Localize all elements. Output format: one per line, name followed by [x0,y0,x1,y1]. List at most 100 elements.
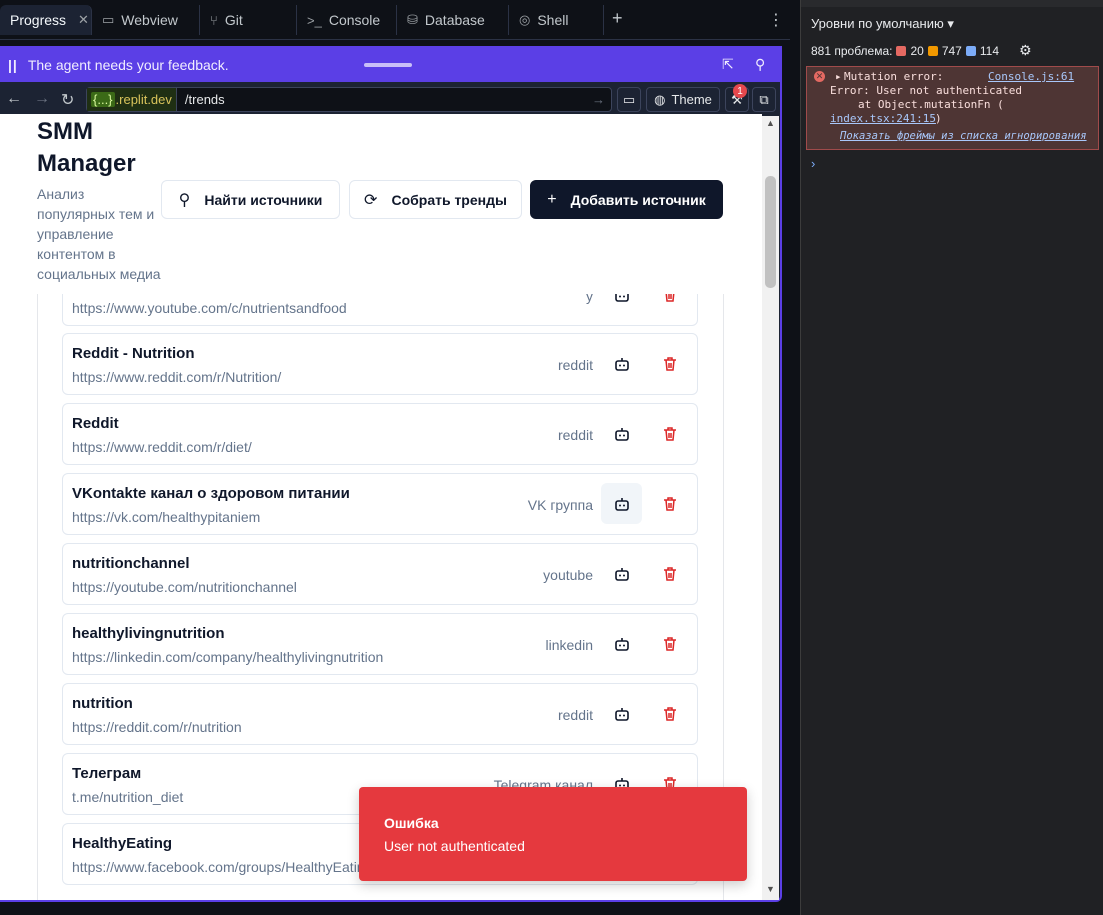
tab-webview[interactable]: ▭ Webview [92,5,200,35]
trash-icon [664,496,676,511]
source-url: t.me/nutrition_diet [72,789,184,805]
error-source-link[interactable]: Console.js:61 [988,70,1074,83]
tab-git[interactable]: ⑂ Git [200,5,297,35]
app-viewport: https://www.youtube.com/c/nutrientsandfo… [0,114,762,900]
source-card[interactable]: VKontakte канал о здоровом питании https:… [62,473,698,535]
source-card[interactable]: healthylivingnutrition https://linkedin.c… [62,613,698,675]
plus-icon: + [547,190,557,208]
log-levels-dropdown[interactable]: Уровни по умолчанию ▾ [811,16,954,32]
device-button[interactable]: ▭ [617,87,641,112]
source-card[interactable]: Reddit - Nutrition https://www.reddit.com… [62,333,698,395]
tab-progress[interactable]: Progress ✕ [0,5,92,35]
source-url: https://reddit.com/r/nutrition [72,719,242,735]
host-prefix: {...} [91,92,115,107]
source-name: Телеграм [72,765,142,782]
back-icon[interactable]: ← [6,90,22,108]
close-icon[interactable]: ✕ [78,12,89,28]
find-sources-button[interactable]: ⚲ Найти источники [161,180,340,219]
pin-icon[interactable]: ⚲ [755,56,765,73]
tab-database[interactable]: ⛁ Database [397,5,509,35]
bot-icon [614,497,629,511]
add-tab-icon[interactable]: + [612,8,623,29]
error-toast[interactable]: Ошибка User not authenticated [359,787,747,881]
delete-button[interactable] [651,623,689,664]
refresh-icon: ⟳ [364,191,378,209]
bot-button[interactable] [601,413,642,454]
forward-icon[interactable]: → [34,90,50,108]
expand-icon[interactable]: ⇱ [722,56,734,73]
trash-icon [664,426,676,441]
bot-icon [614,707,629,721]
scrollbar-thumb[interactable] [765,176,776,288]
bot-icon [614,357,629,371]
app-title-line2: Manager [37,150,136,177]
external-link-icon: ⧉ [759,91,769,107]
bot-button[interactable] [601,693,642,734]
show-ignored-frames-link[interactable]: Показать фреймы из списка игнорирования [840,130,1087,142]
scroll-up-icon[interactable]: ▲ [766,118,775,128]
source-url: https://www.facebook.com/groups/HealthyE… [72,859,373,875]
collect-trends-button[interactable]: ⟳ Собрать тренды [349,180,522,219]
drag-handle[interactable] [364,63,412,67]
bot-icon [614,567,629,581]
console-prompt[interactable]: › [811,156,815,171]
workspace-tab-bar: Progress ✕ ▭ Webview ⑂ Git >_ Console ⛁ … [0,0,790,40]
bot-button[interactable] [601,623,642,664]
bot-icon [614,637,629,651]
scrollbar[interactable]: ▲ ▼ [762,116,779,900]
tab-console[interactable]: >_ Console [297,5,397,35]
delete-button[interactable] [651,343,689,384]
more-vertical-icon[interactable]: ⋮ [768,10,784,30]
delete-button[interactable] [651,693,689,734]
bot-button[interactable] [601,483,642,524]
toast-message: User not authenticated [384,838,525,854]
trash-icon [664,566,676,581]
tab-label: Webview [121,12,178,28]
delete-button[interactable] [651,553,689,594]
error-message: Mutation error: [844,70,944,83]
reload-icon[interactable]: ↻ [61,90,74,110]
agent-feedback-banner[interactable]: || The agent needs your feedback. ⇱ ⚲ [0,48,780,82]
tab-label: Console [328,12,381,28]
go-icon[interactable]: → [592,92,605,107]
source-url: https://www.reddit.com/r/Nutrition/ [72,369,282,385]
expand-arrow-icon[interactable]: ▸ [835,70,842,83]
app-title-line1: SMM [37,118,93,145]
delete-button[interactable] [651,413,689,454]
console-error-entry: ✕ ▸ Mutation error: Console.js:61 Error:… [806,66,1099,150]
source-type: youtube [543,567,593,583]
scroll-down-icon[interactable]: ▼ [766,884,775,894]
source-card[interactable]: Reddit https://www.reddit.com/r/diet/redd… [62,403,698,465]
tab-shell[interactable]: ◎ Shell [509,5,604,35]
bot-button[interactable] [601,343,642,384]
database-icon: ⛁ [407,12,418,27]
source-url: https://vk.com/healthypitaniem [72,509,261,525]
source-type: VK группа [527,497,593,513]
open-new-tab-button[interactable]: ⧉ [752,87,776,112]
search-icon: ⚲ [178,191,191,209]
pause-icon: || [8,57,18,73]
bot-button[interactable] [601,553,642,594]
add-source-button[interactable]: + Добавить источник [530,180,723,219]
devtools-toolbar [801,0,1103,7]
url-input[interactable]: {...} .replit.dev /trends → [86,87,612,112]
monitor-icon: ▭ [102,12,115,27]
theme-button[interactable]: ◍ Theme [646,87,720,112]
theme-label: Theme [671,92,712,107]
source-card[interactable]: nutrition https://reddit.com/r/nutrition r… [62,683,698,745]
stack-frame-link[interactable]: index.tsx:241:15 [830,112,936,125]
source-type: reddit [557,357,593,373]
source-card[interactable]: nutritionchannel https://youtube.com/nutr… [62,543,698,605]
gear-icon[interactable]: ⚙ [1019,42,1032,59]
feedback-text: The agent needs your feedback. [27,57,229,73]
issues-label: 881 проблема: [811,43,893,58]
url-bar: ← → ↻ {...} .replit.dev /trends → ▭ ◍ The… [0,84,780,116]
tab-label: Git [224,12,243,28]
palette-icon: ◍ [654,91,666,107]
notification-badge: 1 [733,84,747,98]
info-icon [965,45,976,56]
issues-summary[interactable]: 881 проблема: 20 747 114 ⚙ [811,42,1032,59]
delete-button[interactable] [651,483,689,524]
trash-icon [664,636,676,651]
button-label: Добавить источник [570,191,706,208]
